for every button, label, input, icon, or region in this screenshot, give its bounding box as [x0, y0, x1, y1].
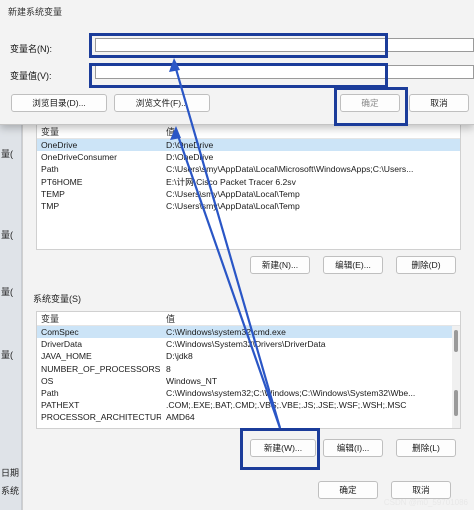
arrow-head-inputs [169, 58, 180, 72]
arrow-line-to-inputs [172, 61, 282, 429]
arrow-line-to-ok [174, 129, 282, 429]
annotation-arrow [169, 58, 282, 429]
arrow-head-ok [170, 126, 181, 140]
